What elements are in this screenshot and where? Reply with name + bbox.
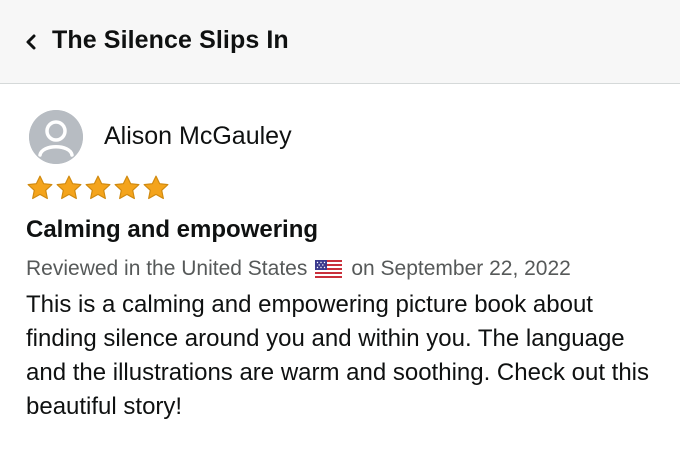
star-icon	[114, 175, 140, 200]
review-location: Reviewed in the United States	[26, 257, 308, 280]
chevron-left-icon	[26, 34, 36, 50]
reviewer-name[interactable]: Alison McGauley	[104, 122, 292, 151]
star-icon	[56, 175, 82, 200]
review-meta: Reviewed in the United States on Septemb…	[26, 257, 571, 281]
back-button[interactable]	[20, 30, 42, 54]
review-body: This is a calming and empowering picture…	[26, 291, 650, 420]
star-rating	[26, 174, 170, 204]
review-title[interactable]: Calming and empowering	[26, 216, 318, 244]
user-avatar-icon[interactable]	[29, 110, 83, 164]
us-flag-icon	[315, 260, 343, 278]
star-icon	[143, 175, 169, 200]
star-icon	[85, 175, 111, 200]
page-title: The Silence Slips In	[52, 26, 289, 54]
star-icon	[27, 175, 53, 200]
review-date: on September 22, 2022	[351, 257, 571, 280]
top-bar: The Silence Slips In	[0, 0, 680, 84]
